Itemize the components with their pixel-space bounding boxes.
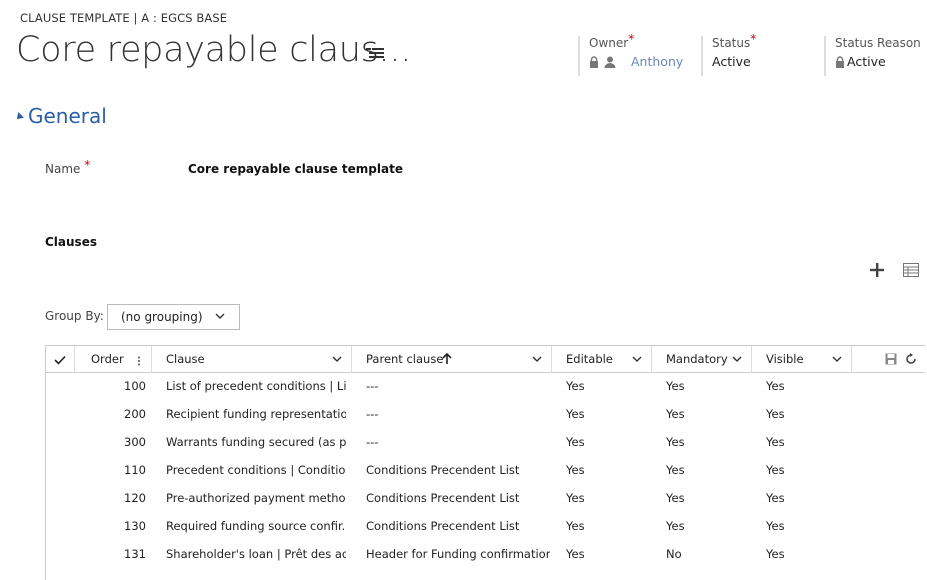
- cell-visible: Yes: [766, 519, 785, 533]
- chevron-down-icon: [215, 313, 225, 319]
- cell-clause[interactable]: List of precedent conditions | Lis...: [166, 379, 346, 393]
- status-reason-field: Status Reason Active: [824, 36, 927, 76]
- cell-visible: Yes: [766, 463, 785, 477]
- cell-clause[interactable]: Warrants funding secured (as pe...: [166, 435, 346, 449]
- column-header-clause[interactable]: Clause: [152, 346, 352, 373]
- cell-order: 130: [124, 519, 146, 533]
- grid-body: 100 List of precedent conditions | Lis..…: [45, 373, 925, 569]
- cell-order: 131: [124, 547, 146, 561]
- cell-editable: Yes: [566, 463, 585, 477]
- cell-order: 200: [124, 407, 146, 421]
- column-options-icon[interactable]: [137, 356, 141, 366]
- record-title: Core repayable claus...: [16, 30, 412, 70]
- cell-clause[interactable]: Precedent conditions | Conditio...: [166, 463, 346, 477]
- table-row[interactable]: 100 List of precedent conditions | Lis..…: [45, 373, 925, 401]
- cell-order: 100: [124, 379, 146, 393]
- chevron-down-icon[interactable]: [832, 355, 842, 363]
- owner-label: Owner*: [589, 32, 635, 50]
- chevron-down-icon[interactable]: [632, 355, 642, 363]
- cell-order: 110: [124, 463, 146, 477]
- add-icon[interactable]: [869, 262, 885, 278]
- entity-breadcrumb: CLAUSE TEMPLATE | A : EGCS BASE: [20, 11, 228, 25]
- cell-parent-clause[interactable]: ---: [366, 407, 550, 421]
- cell-mandatory: No: [666, 547, 682, 561]
- sort-ascending-icon: [442, 353, 452, 364]
- cell-parent-clause[interactable]: ---: [366, 379, 550, 393]
- user-icon: [604, 56, 616, 68]
- cell-visible: Yes: [766, 407, 785, 421]
- cell-editable: Yes: [566, 435, 585, 449]
- cell-editable: Yes: [566, 491, 585, 505]
- table-row[interactable]: 300 Warrants funding secured (as pe... -…: [45, 429, 925, 457]
- chevron-down-icon[interactable]: [332, 355, 342, 363]
- cell-parent-clause[interactable]: Header for Funding confirmations: [366, 547, 550, 561]
- name-label: Name *: [45, 158, 91, 176]
- status-value[interactable]: Active: [712, 54, 751, 69]
- lock-icon: [836, 55, 844, 68]
- cell-parent-clause[interactable]: Conditions Precendent List: [366, 519, 550, 533]
- grid-header: Order Clause Parent clause Editable Mand…: [45, 345, 925, 373]
- table-row[interactable]: 131 Shareholder's loan | Prêt des act...…: [45, 541, 925, 569]
- cell-order: 120: [124, 491, 146, 505]
- checkmark-icon: [54, 355, 66, 365]
- status-reason-label: Status Reason: [835, 36, 921, 50]
- table-row[interactable]: 200 Recipient funding representatio... -…: [45, 401, 925, 429]
- collapse-caret-icon: [14, 112, 24, 122]
- select-all-checkbox[interactable]: [45, 346, 75, 373]
- view-grid-icon[interactable]: [903, 263, 919, 277]
- cell-clause[interactable]: Pre-authorized payment metho...: [166, 491, 346, 505]
- chevron-down-icon[interactable]: [732, 355, 742, 363]
- cell-clause[interactable]: Required funding source confir...: [166, 519, 346, 533]
- cell-mandatory: Yes: [666, 463, 685, 477]
- refresh-icon[interactable]: [905, 353, 917, 365]
- column-header-parent-clause[interactable]: Parent clause: [352, 346, 552, 373]
- status-label: Status*: [712, 32, 757, 50]
- status-reason-value: Active: [847, 54, 886, 69]
- cell-mandatory: Yes: [666, 407, 685, 421]
- column-header-order[interactable]: Order: [75, 346, 152, 373]
- cell-mandatory: Yes: [666, 491, 685, 505]
- cell-clause[interactable]: Shareholder's loan | Prêt des act...: [166, 547, 346, 561]
- group-by-label: Group By:: [45, 309, 104, 323]
- form-selector-icon[interactable]: [366, 46, 384, 60]
- column-header-editable[interactable]: Editable: [552, 346, 652, 373]
- section-general-title: General: [28, 104, 107, 128]
- group-by-select[interactable]: (no grouping): [107, 304, 240, 330]
- cell-visible: Yes: [766, 491, 785, 505]
- lock-icon: [590, 55, 598, 68]
- cell-editable: Yes: [566, 519, 585, 533]
- table-row[interactable]: 130 Required funding source confir... Co…: [45, 513, 925, 541]
- column-header-mandatory[interactable]: Mandatory: [652, 346, 752, 373]
- owner-link[interactable]: Anthony: [631, 54, 683, 69]
- section-general-toggle[interactable]: General: [14, 104, 107, 128]
- clauses-subgrid-label: Clauses: [45, 235, 97, 249]
- cell-order: 300: [124, 435, 146, 449]
- cell-editable: Yes: [566, 407, 585, 421]
- cell-visible: Yes: [766, 547, 785, 561]
- cell-mandatory: Yes: [666, 379, 685, 393]
- cell-editable: Yes: [566, 379, 585, 393]
- cell-parent-clause[interactable]: Conditions Precendent List: [366, 491, 550, 505]
- owner-field: Owner* Anthony: [578, 32, 688, 76]
- cell-parent-clause[interactable]: ---: [366, 435, 550, 449]
- cell-clause[interactable]: Recipient funding representatio...: [166, 407, 346, 421]
- clauses-grid: Order Clause Parent clause Editable Mand…: [45, 345, 925, 569]
- table-row[interactable]: 120 Pre-authorized payment metho... Cond…: [45, 485, 925, 513]
- chevron-down-icon[interactable]: [532, 355, 542, 363]
- cell-mandatory: Yes: [666, 519, 685, 533]
- save-icon[interactable]: [885, 353, 897, 365]
- cell-mandatory: Yes: [666, 435, 685, 449]
- status-field: Status* Active: [701, 32, 811, 76]
- cell-visible: Yes: [766, 379, 785, 393]
- name-field[interactable]: Core repayable clause template: [188, 162, 403, 176]
- cell-visible: Yes: [766, 435, 785, 449]
- cell-parent-clause[interactable]: Conditions Precendent List: [366, 463, 550, 477]
- cell-editable: Yes: [566, 547, 585, 561]
- table-row[interactable]: 110 Precedent conditions | Conditio... C…: [45, 457, 925, 485]
- column-header-visible[interactable]: Visible: [752, 346, 852, 373]
